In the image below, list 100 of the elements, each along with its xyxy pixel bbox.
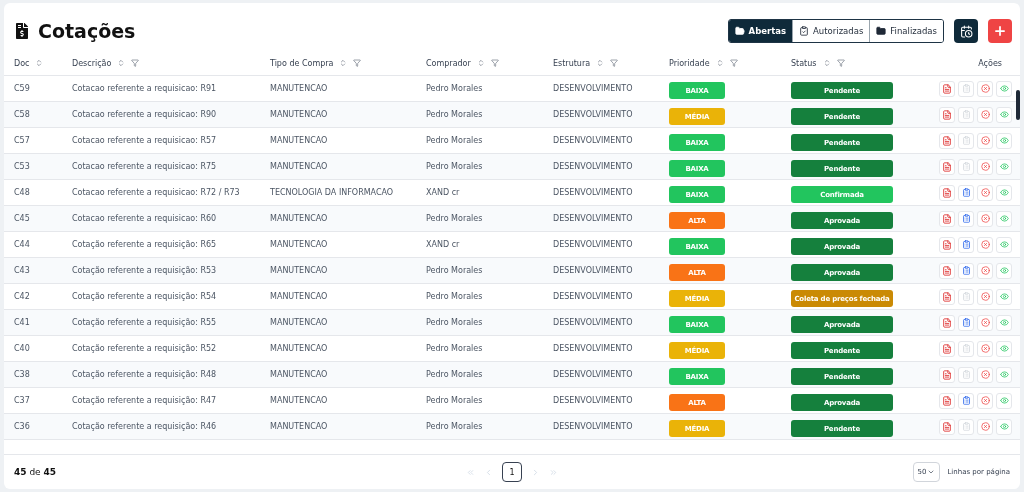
cancel-button[interactable] <box>977 340 993 357</box>
pdf-button[interactable] <box>939 288 955 305</box>
filter-icon[interactable] <box>353 59 362 67</box>
view-button[interactable] <box>996 80 1012 97</box>
pdf-button[interactable] <box>939 392 955 409</box>
eye-icon <box>999 266 1009 275</box>
table-cell-text: Pedro Morales <box>426 422 484 431</box>
cancel-button[interactable] <box>977 106 993 123</box>
filter-tab[interactable]: Abertas <box>728 20 793 42</box>
pdf-button[interactable] <box>939 184 955 201</box>
view-button[interactable] <box>996 184 1012 201</box>
eye-icon <box>999 318 1009 327</box>
clipboard-button[interactable] <box>958 262 974 279</box>
clipboard-button[interactable] <box>958 236 974 253</box>
table-cell-text: MANUTENCAO <box>270 84 329 93</box>
filter-icon[interactable] <box>729 59 738 67</box>
view-button[interactable] <box>996 236 1012 253</box>
scrollbar[interactable] <box>1016 90 1020 120</box>
pdf-button[interactable] <box>939 262 955 279</box>
pdf-button[interactable] <box>939 158 955 175</box>
table-cell-text: DESENVOLVIMENTO <box>553 240 634 249</box>
view-button[interactable] <box>996 392 1012 409</box>
clipboard-button[interactable] <box>958 184 974 201</box>
last-page-icon[interactable] <box>549 467 558 477</box>
cancel-button[interactable] <box>977 80 993 97</box>
clipboard-icon <box>961 136 971 145</box>
pdf-button[interactable] <box>939 80 955 97</box>
table-cell-text: DESENVOLVIMENTO <box>553 188 634 197</box>
x-circle-icon <box>980 136 990 145</box>
next-page-icon[interactable] <box>531 467 540 477</box>
table-cell-text: C58 <box>14 110 31 119</box>
pdf-button[interactable] <box>939 314 955 331</box>
view-button[interactable] <box>996 132 1012 149</box>
view-button[interactable] <box>996 262 1012 279</box>
cancel-button[interactable] <box>977 418 993 435</box>
view-button[interactable] <box>996 366 1012 383</box>
view-button[interactable] <box>996 340 1012 357</box>
filter-icon[interactable] <box>490 59 499 67</box>
cancel-button[interactable] <box>977 158 993 175</box>
x-circle-icon <box>980 266 990 275</box>
page-title: Cotações <box>38 20 136 42</box>
cancel-button[interactable] <box>977 314 993 331</box>
file-icon <box>942 239 952 250</box>
cancel-button[interactable] <box>977 210 993 227</box>
pdf-button[interactable] <box>939 366 955 383</box>
filter-tab[interactable]: Finalizadas <box>869 20 943 42</box>
sort-icon[interactable] <box>822 59 831 67</box>
view-button[interactable] <box>996 314 1012 331</box>
sort-icon[interactable] <box>35 59 44 67</box>
cancel-button[interactable] <box>977 366 993 383</box>
cancel-button[interactable] <box>977 288 993 305</box>
cancel-button[interactable] <box>977 184 993 201</box>
view-button[interactable] <box>996 288 1012 305</box>
pdf-button[interactable] <box>939 418 955 435</box>
eye-icon <box>999 422 1009 431</box>
pdf-button[interactable] <box>939 132 955 149</box>
file-icon <box>942 317 952 328</box>
first-page-icon[interactable] <box>466 467 475 477</box>
view-button[interactable] <box>996 158 1012 175</box>
pdf-button[interactable] <box>939 236 955 253</box>
clipboard-button[interactable] <box>958 314 974 331</box>
table-cell-text: DESENVOLVIMENTO <box>553 370 634 379</box>
pdf-button[interactable] <box>939 106 955 123</box>
pdf-button[interactable] <box>939 340 955 357</box>
filter-icon[interactable] <box>836 59 845 67</box>
filter-icon[interactable] <box>131 59 140 67</box>
sort-icon[interactable] <box>476 59 485 67</box>
cancel-button[interactable] <box>977 236 993 253</box>
clipboard-button[interactable] <box>958 210 974 227</box>
sort-icon[interactable] <box>715 59 724 67</box>
clipboard-button[interactable] <box>958 392 974 409</box>
table-cell-text: Pedro Morales <box>426 292 484 301</box>
table-cell-text: Pedro Morales <box>426 136 484 145</box>
cancel-button[interactable] <box>977 262 993 279</box>
view-button[interactable] <box>996 418 1012 435</box>
column-header: Comprador <box>426 58 471 68</box>
page-button[interactable]: 1 <box>502 462 522 482</box>
clipboard-icon <box>961 240 971 249</box>
add-button[interactable] <box>988 19 1012 43</box>
cancel-button[interactable] <box>977 392 993 409</box>
view-button[interactable] <box>996 210 1012 227</box>
history-button[interactable] <box>954 19 978 43</box>
table-cell-text: DESENVOLVIMENTO <box>553 162 634 171</box>
table-cell-text: Cotacao referente a requisicao: R60 <box>72 214 218 223</box>
previous-page-icon[interactable] <box>484 467 493 477</box>
sort-icon[interactable] <box>596 59 605 67</box>
column-header: Ações <box>978 58 1002 68</box>
clipboard-icon <box>961 162 971 171</box>
x-circle-icon <box>980 344 990 353</box>
eye-icon <box>999 240 1009 249</box>
sort-icon[interactable] <box>117 59 126 67</box>
pdf-button[interactable] <box>939 210 955 227</box>
record-count: 45 de 45 <box>14 467 58 477</box>
file-icon <box>942 343 952 354</box>
table-cell-text: C36 <box>14 422 31 431</box>
filter-icon[interactable] <box>610 59 619 67</box>
table-cell-text: C48 <box>14 188 31 197</box>
table-cell-text: DESENVOLVIMENTO <box>553 318 634 327</box>
sort-icon[interactable] <box>339 59 348 67</box>
cancel-button[interactable] <box>977 132 993 149</box>
